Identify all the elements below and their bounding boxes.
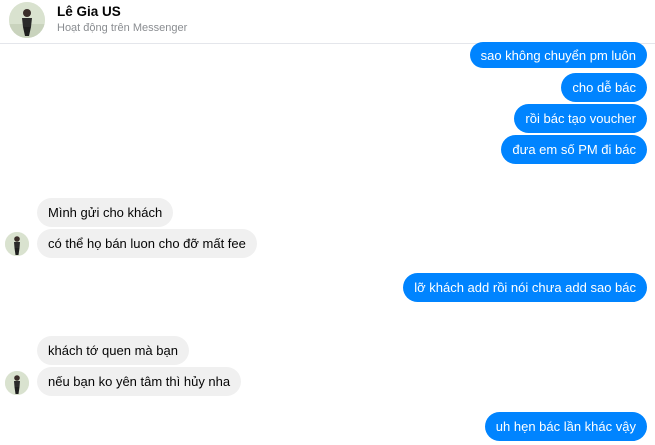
message-bubble: nếu bạn ko yên tâm thì hủy nha — [37, 367, 242, 396]
message-bubble: lỡ khách add rồi nói chưa add sao bác — [403, 273, 647, 302]
message-bubble: khách tớ quen mà bạn — [37, 336, 189, 365]
message-bubble: sao không chuyển pm luôn — [469, 42, 647, 68]
message-bubble: có thể họ bán luon cho đỡ mất fee — [37, 229, 257, 258]
message-bubble: cho dễ bác — [561, 73, 647, 102]
message-bubble: Mình gửi cho khách — [37, 198, 174, 227]
contact-status: Hoạt động trên Messenger — [57, 22, 188, 34]
conversation-header: Lê Gia US Hoạt động trên Messenger — [0, 0, 655, 44]
message-bubble: rồi bác tạo voucher — [514, 104, 647, 133]
message-bubble: đưa em số PM đi bác — [501, 135, 647, 164]
message-bubble: uh hẹn bác lần khác vậy — [484, 412, 647, 441]
contact-avatar[interactable] — [9, 2, 45, 38]
contact-avatar-small[interactable] — [5, 371, 29, 395]
contact-avatar-small[interactable] — [5, 232, 29, 256]
contact-name[interactable]: Lê Gia US — [57, 4, 121, 19]
